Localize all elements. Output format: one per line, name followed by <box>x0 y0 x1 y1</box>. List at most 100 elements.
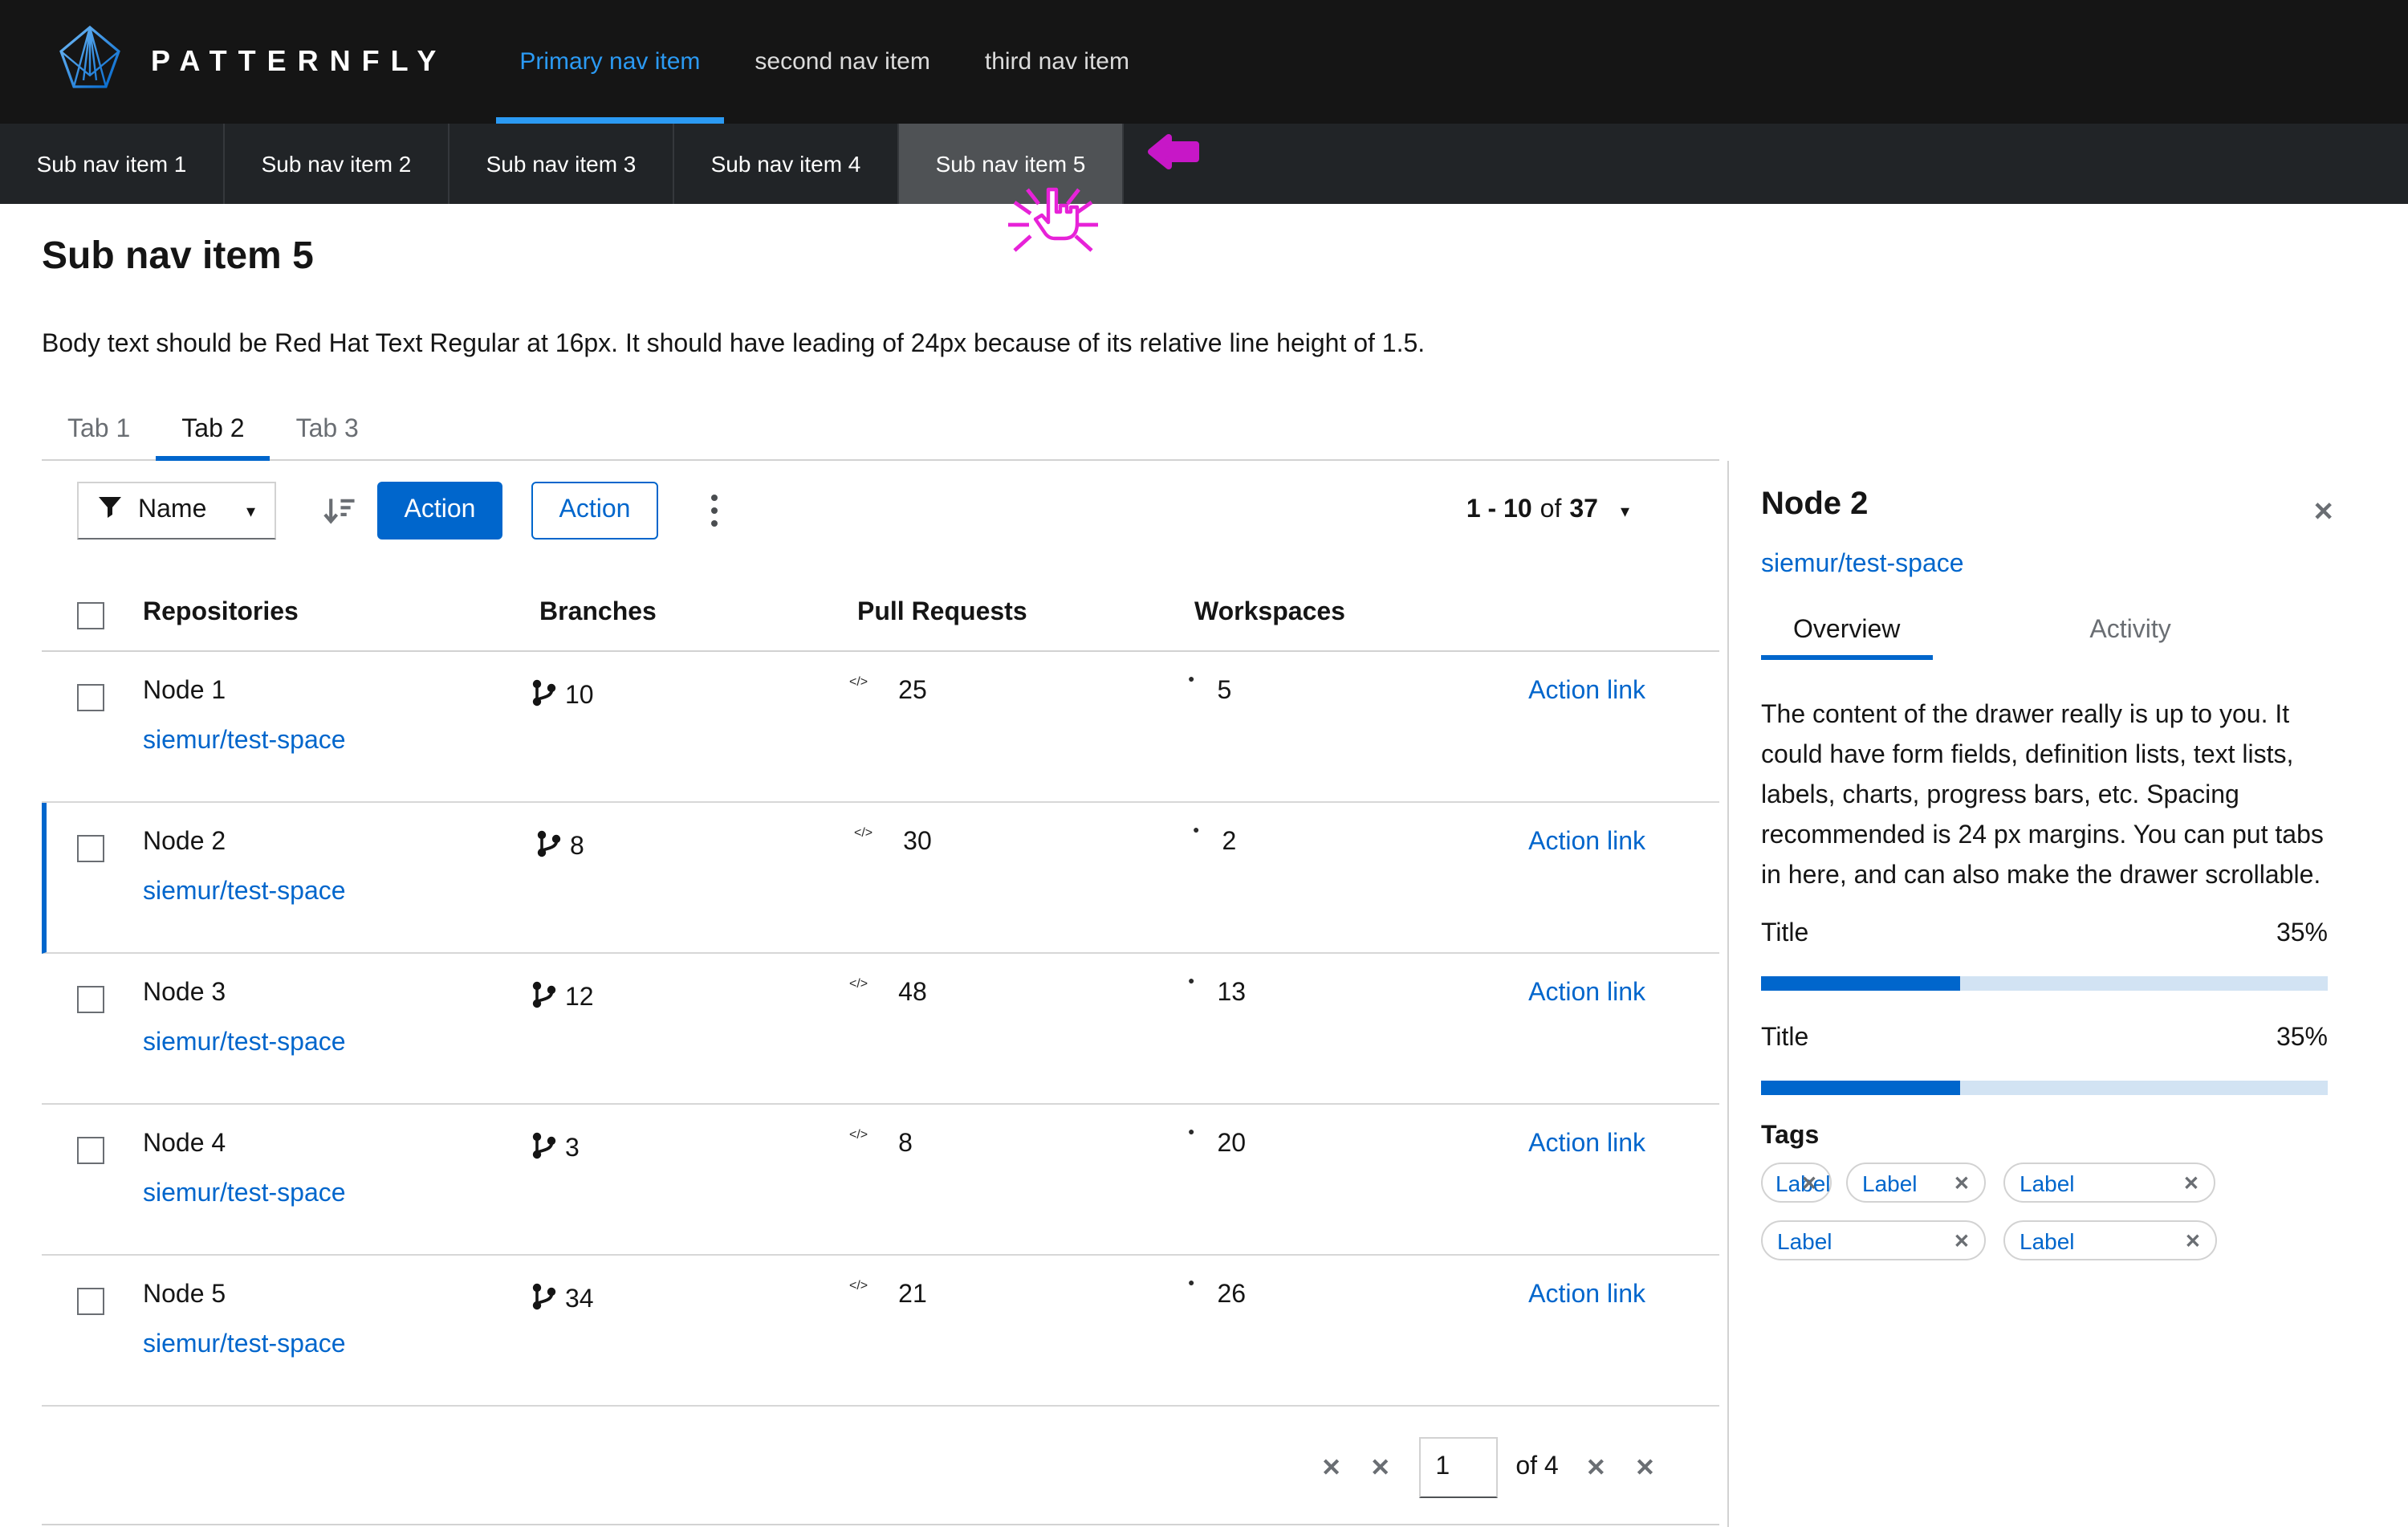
column-header-branches: Branches <box>539 599 657 628</box>
first-page-button[interactable]: ✕ <box>1321 1452 1341 1481</box>
sort-button[interactable] <box>321 493 356 528</box>
nav-item-second[interactable]: second nav item <box>730 0 954 124</box>
column-header-workspaces: Workspaces <box>1194 599 1345 628</box>
masthead: PATTERNFLY Primary nav item second nav i… <box>0 0 2408 124</box>
previous-page-button[interactable]: ✕ <box>1370 1452 1390 1481</box>
close-icon[interactable]: ✕ <box>2312 496 2334 528</box>
branches-count: 12 <box>565 983 594 1012</box>
cube-icon: ● <box>1188 1127 1194 1138</box>
branches-count: 10 <box>565 682 594 711</box>
data-list-card: Name ▾ Action Action 1 - 10 of 37 ▾ <box>42 461 1719 1527</box>
select-all-checkbox[interactable] <box>77 602 104 629</box>
repository-link[interactable]: siemur/test-space <box>143 878 346 907</box>
tag-label: Label ✕ <box>1761 1220 1986 1260</box>
table-row: Node 1 siemur/test-space 10 </>25 ●5 Act… <box>42 652 1719 803</box>
row-checkbox[interactable] <box>77 835 104 862</box>
pull-requests-count: 8 <box>898 1130 913 1159</box>
row-checkbox[interactable] <box>77 1137 104 1164</box>
row-action-link[interactable]: Action link <box>1528 678 1645 706</box>
subnav-item-3[interactable]: Sub nav item 3 <box>449 124 674 204</box>
nav-item-third[interactable]: third nav item <box>961 0 1153 124</box>
brand: PATTERNFLY <box>58 24 447 100</box>
secondary-action-button[interactable]: Action <box>531 482 658 540</box>
page-title: Sub nav item 5 <box>42 234 314 279</box>
repository-link[interactable]: siemur/test-space <box>143 1331 346 1360</box>
row-action-link[interactable]: Action link <box>1528 979 1645 1008</box>
pull-requests-count: 48 <box>898 979 927 1008</box>
code-branch-icon <box>531 1132 557 1167</box>
tag-close-icon[interactable]: ✕ <box>1954 1171 1970 1194</box>
patternfly-logo-icon <box>58 24 122 100</box>
workspaces-count: 13 <box>1217 979 1246 1008</box>
cube-icon: ● <box>1193 825 1199 837</box>
tag-label: Label ✕ <box>2003 1163 2215 1203</box>
tab-3[interactable]: Tab 3 <box>270 401 384 459</box>
tag-text: Label <box>2020 1170 2075 1195</box>
top-pagination-menu[interactable]: 1 - 10 of 37 ▾ <box>1466 482 1629 540</box>
drawer-repository-link[interactable]: siemur/test-space <box>1761 551 1964 580</box>
column-header-pull-requests: Pull Requests <box>857 599 1027 628</box>
last-page-button[interactable]: ✕ <box>1635 1452 1655 1481</box>
repository-link[interactable]: siemur/test-space <box>143 727 346 756</box>
name-filter-select[interactable]: Name ▾ <box>77 482 276 540</box>
workspaces-count: 26 <box>1217 1281 1246 1310</box>
subnav-item-1[interactable]: Sub nav item 1 <box>0 124 225 204</box>
bottom-pagination: ✕ ✕ of 4 ✕ ✕ <box>42 1410 1719 1525</box>
drawer-tab-overview[interactable]: Overview <box>1761 602 1932 660</box>
repository-link[interactable]: siemur/test-space <box>143 1029 346 1058</box>
table-header-row: Repositories Branches Pull Requests Work… <box>42 583 1719 652</box>
brand-text: PATTERNFLY <box>151 45 447 79</box>
workspaces-count: 2 <box>1222 829 1236 857</box>
click-pointer-cursor-icon <box>1005 186 1101 271</box>
filter-select-value: Name <box>138 496 206 525</box>
drawer-title: Node 2 <box>1761 487 1868 523</box>
workspaces-count: 20 <box>1217 1130 1246 1159</box>
tag-close-icon[interactable]: ✕ <box>2183 1171 2199 1194</box>
progress-1-header: Title 35% <box>1761 920 2328 949</box>
tag-close-icon[interactable]: ✕ <box>1954 1229 1970 1252</box>
code-branch-icon <box>531 679 557 715</box>
code-branch-icon <box>536 830 562 865</box>
progress-value: 35% <box>2276 920 2328 949</box>
pagination-range: 1 - 10 <box>1466 496 1532 525</box>
page-body-text: Body text should be Red Hat Text Regular… <box>42 326 1425 364</box>
repository-name: Node 4 <box>143 1130 226 1159</box>
caret-down-icon: ▾ <box>246 500 255 521</box>
row-action-link[interactable]: Action link <box>1528 1281 1645 1310</box>
row-action-link[interactable]: Action link <box>1528 829 1645 857</box>
column-header-repositories: Repositories <box>143 599 299 628</box>
row-checkbox[interactable] <box>77 1288 104 1315</box>
current-page-input[interactable] <box>1419 1436 1498 1497</box>
progress-label: Title <box>1761 1024 1808 1053</box>
subnav-item-4[interactable]: Sub nav item 4 <box>674 124 899 204</box>
left-arrow-annotation-icon <box>1146 132 1206 180</box>
pull-requests-count: 21 <box>898 1281 927 1310</box>
cube-icon: ● <box>1188 674 1194 686</box>
details-drawer: Node 2 ✕ siemur/test-space Overview Acti… <box>1729 461 2408 1527</box>
progress-label: Title <box>1761 920 1808 949</box>
tag-close-icon[interactable]: ✕ <box>2185 1229 2201 1252</box>
kebab-menu-button[interactable] <box>698 482 730 540</box>
content-tabs: Tab 1 Tab 2 Tab 3 <box>42 401 1719 461</box>
code-icon: </> <box>854 825 872 840</box>
tag-text: Label <box>2020 1228 2075 1253</box>
progress-bar <box>1761 976 2328 991</box>
primary-action-button[interactable]: Action <box>377 482 502 540</box>
tab-2[interactable]: Tab 2 <box>156 401 270 459</box>
tag-close-icon[interactable]: ✕ <box>1801 1171 1817 1194</box>
nav-item-primary[interactable]: Primary nav item <box>495 0 724 124</box>
row-checkbox[interactable] <box>77 986 104 1013</box>
tab-1[interactable]: Tab 1 <box>42 401 156 459</box>
repository-link[interactable]: siemur/test-space <box>143 1180 346 1209</box>
drawer-tab-activity[interactable]: Activity <box>2057 602 2203 660</box>
progress-bar <box>1761 1081 2328 1095</box>
row-action-link[interactable]: Action link <box>1528 1130 1645 1159</box>
branches-count: 8 <box>570 833 584 861</box>
subnav-item-2[interactable]: Sub nav item 2 <box>225 124 449 204</box>
next-page-button[interactable]: ✕ <box>1586 1452 1606 1481</box>
cube-icon: ● <box>1188 1278 1194 1289</box>
tag-label: Label ✕ <box>1846 1163 1986 1203</box>
row-checkbox[interactable] <box>77 684 104 711</box>
repository-name: Node 3 <box>143 979 226 1008</box>
pagination-of-word: of <box>1540 496 1562 525</box>
